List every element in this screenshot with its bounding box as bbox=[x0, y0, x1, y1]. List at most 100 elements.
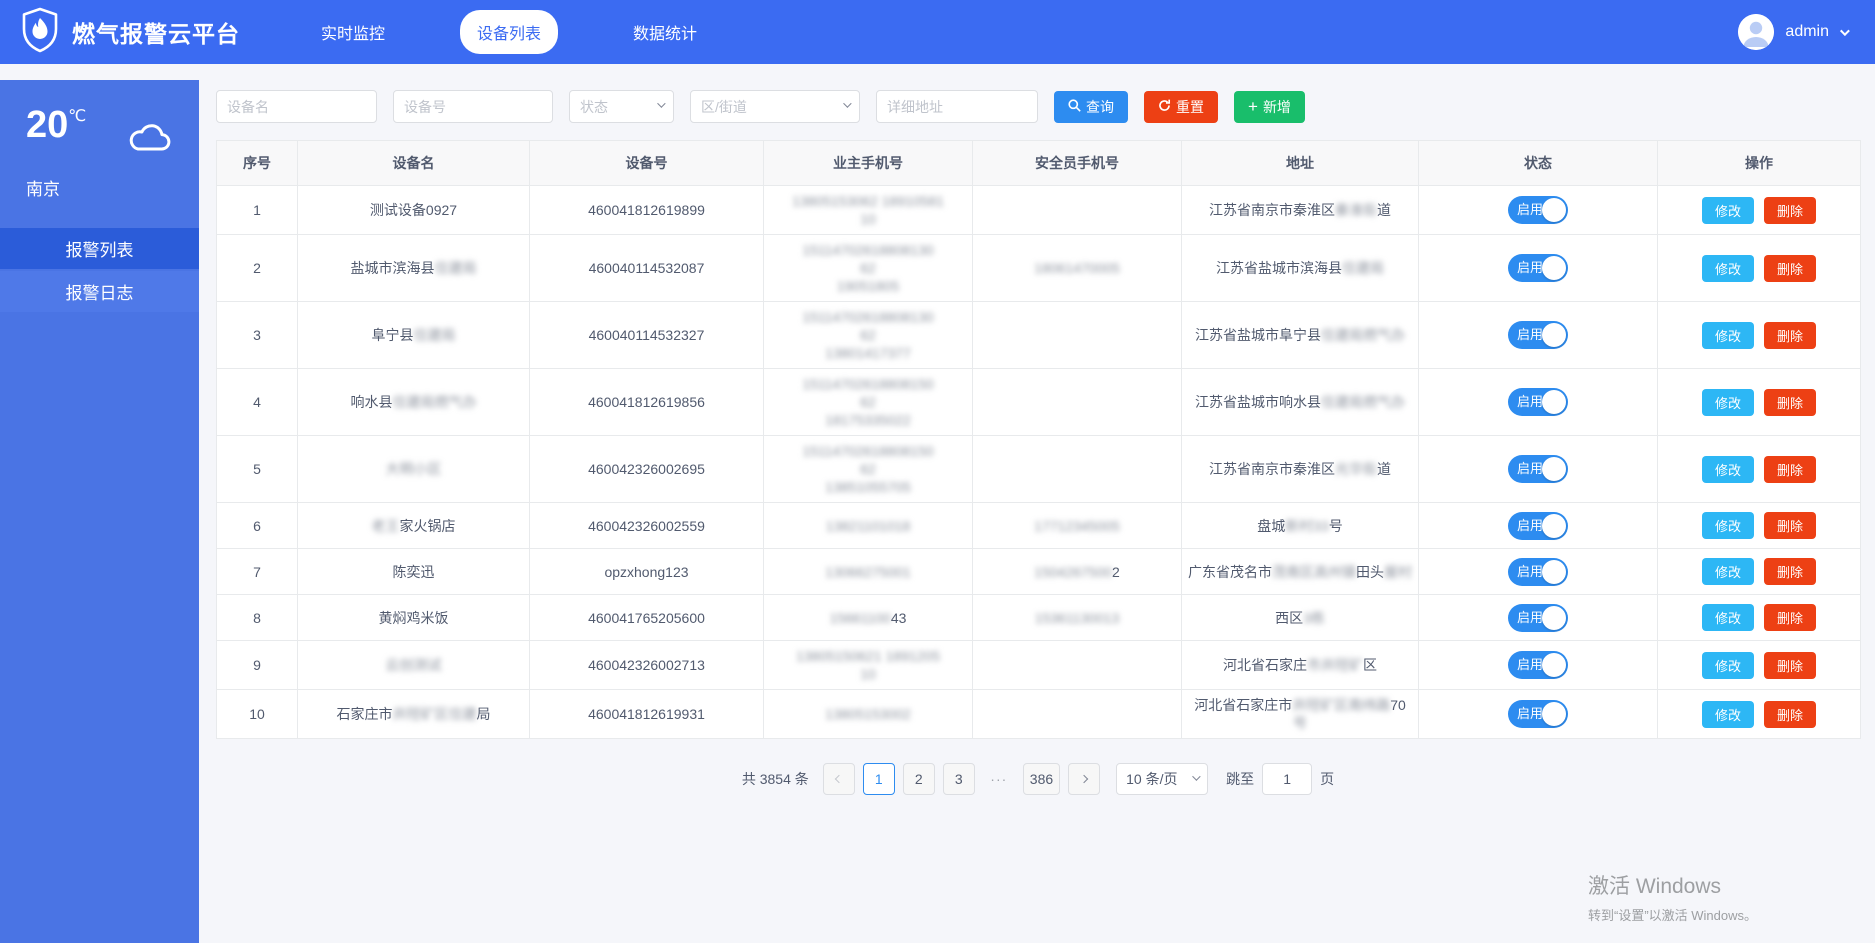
cell-owner-phone: 151147026188081306213801417377 bbox=[764, 302, 973, 369]
cell-index: 2 bbox=[217, 235, 298, 302]
page-button-2[interactable]: 2 bbox=[903, 763, 935, 795]
edit-button[interactable]: 修改 bbox=[1702, 456, 1754, 483]
chevron-down-icon bbox=[1840, 26, 1850, 36]
add-button[interactable]: + 新增 bbox=[1234, 91, 1305, 123]
cell-device-name: 陈奕迅 bbox=[298, 549, 530, 595]
redacted-text: 19051805 bbox=[837, 278, 899, 294]
edit-button[interactable]: 修改 bbox=[1702, 255, 1754, 282]
phone-line: 15361130013 bbox=[979, 609, 1175, 627]
status-toggle[interactable]: 启用 bbox=[1508, 455, 1568, 483]
delete-button[interactable]: 删除 bbox=[1764, 558, 1816, 585]
cell-device-name: 阜宁县住建局 bbox=[298, 302, 530, 369]
edit-button[interactable]: 修改 bbox=[1702, 701, 1754, 728]
edit-button[interactable]: 修改 bbox=[1702, 558, 1754, 585]
column-header-状态: 状态 bbox=[1419, 141, 1658, 186]
cell-status: 启用 bbox=[1419, 595, 1658, 641]
delete-button[interactable]: 删除 bbox=[1764, 604, 1816, 631]
cell-device-no: 460042326002559 bbox=[530, 503, 764, 549]
status-toggle[interactable]: 启用 bbox=[1508, 321, 1568, 349]
status-toggle-knob bbox=[1542, 514, 1566, 538]
page-button-386[interactable]: 386 bbox=[1023, 763, 1060, 795]
delete-button[interactable]: 删除 bbox=[1764, 701, 1816, 728]
redacted-text: 10 bbox=[860, 666, 876, 682]
sidebar-menu: 报警列表报警日志 bbox=[0, 228, 199, 312]
page-button-3[interactable]: 3 bbox=[943, 763, 975, 795]
status-toggle[interactable]: 启用 bbox=[1508, 651, 1568, 679]
table-row: 3阜宁县住建局460040114532327151147026188081306… bbox=[217, 302, 1861, 369]
detail-address-input[interactable] bbox=[876, 90, 1038, 123]
shield-flame-logo-icon bbox=[20, 7, 60, 58]
page-size-select[interactable]: 10 条/页 bbox=[1116, 763, 1208, 795]
page-button-1[interactable]: 1 bbox=[863, 763, 895, 795]
page-buttons: 123···386 bbox=[863, 763, 1060, 795]
status-toggle[interactable]: 启用 bbox=[1508, 388, 1568, 416]
sidebar-item-报警列表[interactable]: 报警列表 bbox=[0, 228, 199, 269]
prev-page-button[interactable] bbox=[823, 763, 855, 795]
nav-tab-设备列表[interactable]: 设备列表 bbox=[460, 10, 558, 54]
status-toggle[interactable]: 启用 bbox=[1508, 700, 1568, 728]
text-segment: 江苏省南京市秦淮区 bbox=[1209, 461, 1335, 477]
phone-line: 19051805 bbox=[770, 277, 966, 295]
text-segment: 道 bbox=[1377, 202, 1391, 218]
search-icon bbox=[1068, 99, 1081, 115]
cell-index: 1 bbox=[217, 186, 298, 235]
reset-button[interactable]: 重置 bbox=[1144, 91, 1218, 123]
delete-button[interactable]: 删除 bbox=[1764, 512, 1816, 539]
sidebar-item-报警日志[interactable]: 报警日志 bbox=[0, 271, 199, 312]
cell-device-name: 测试设备0927 bbox=[298, 186, 530, 235]
delete-button[interactable]: 删除 bbox=[1764, 389, 1816, 416]
device-no-input[interactable] bbox=[393, 90, 553, 123]
status-select[interactable]: 状态 bbox=[569, 90, 674, 123]
cell-device-name: 老王家火锅店 bbox=[298, 503, 530, 549]
redacted-text: 井陉矿区南纬路 bbox=[1292, 697, 1390, 713]
edit-button[interactable]: 修改 bbox=[1702, 389, 1754, 416]
user-menu[interactable]: admin bbox=[1738, 0, 1847, 64]
status-toggle-label: 启用 bbox=[1517, 517, 1543, 535]
edit-button[interactable]: 修改 bbox=[1702, 604, 1754, 631]
table-row: 4响水县住建局燃气办460041812619856151147026188081… bbox=[217, 369, 1861, 436]
delete-button[interactable]: 删除 bbox=[1764, 456, 1816, 483]
cell-actions: 修改删除 bbox=[1658, 369, 1861, 436]
table-row: 1测试设备092746004181261989913805153062 1891… bbox=[217, 186, 1861, 235]
cell-status: 启用 bbox=[1419, 436, 1658, 503]
status-toggle[interactable]: 启用 bbox=[1508, 558, 1568, 586]
status-toggle[interactable]: 启用 bbox=[1508, 512, 1568, 540]
district-select[interactable]: 区/街道 bbox=[690, 90, 860, 123]
nav-tab-实时监控[interactable]: 实时监控 bbox=[304, 10, 402, 54]
text-segment: 家火锅店 bbox=[400, 518, 456, 534]
cell-status: 启用 bbox=[1419, 235, 1658, 302]
cell-owner-phone: 1566110043 bbox=[764, 595, 973, 641]
cell-address: 江苏省南京市秦淮区光华街道 bbox=[1182, 436, 1419, 503]
text-segment: 区 bbox=[1363, 657, 1377, 673]
status-toggle[interactable]: 启用 bbox=[1508, 196, 1568, 224]
delete-button[interactable]: 删除 bbox=[1764, 255, 1816, 282]
table-row: 6老王家火锅店460042326002559138211010181771234… bbox=[217, 503, 1861, 549]
cell-safety-phone bbox=[973, 690, 1182, 739]
device-name-input[interactable] bbox=[216, 90, 377, 123]
query-button[interactable]: 查询 bbox=[1054, 91, 1128, 123]
nav-tab-数据统计[interactable]: 数据统计 bbox=[616, 10, 714, 54]
redacted-text: 18175335022 bbox=[825, 412, 911, 428]
edit-button[interactable]: 修改 bbox=[1702, 652, 1754, 679]
delete-button[interactable]: 删除 bbox=[1764, 652, 1816, 679]
cell-device-no: 460040114532327 bbox=[530, 302, 764, 369]
cell-safety-phone: 17712345005 bbox=[973, 503, 1182, 549]
cell-address: 西区3栋 bbox=[1182, 595, 1419, 641]
text-segment: 石家庄市 bbox=[337, 706, 393, 722]
cell-status: 启用 bbox=[1419, 302, 1658, 369]
phone-line: 13805153062 18910581 bbox=[770, 192, 966, 210]
jump-page-input[interactable] bbox=[1262, 763, 1312, 795]
edit-button[interactable]: 修改 bbox=[1702, 197, 1754, 224]
delete-button[interactable]: 删除 bbox=[1764, 322, 1816, 349]
status-toggle[interactable]: 启用 bbox=[1508, 254, 1568, 282]
edit-button[interactable]: 修改 bbox=[1702, 512, 1754, 539]
phone-line: 18175335022 bbox=[770, 411, 966, 429]
status-toggle[interactable]: 启用 bbox=[1508, 604, 1568, 632]
text-segment: 河北省石家庄市 bbox=[1194, 697, 1292, 713]
table-row: 5大明小区46004232600269515114702618808150621… bbox=[217, 436, 1861, 503]
redacted-text: 13805153062 18910581 bbox=[792, 193, 944, 209]
edit-button[interactable]: 修改 bbox=[1702, 322, 1754, 349]
delete-button[interactable]: 删除 bbox=[1764, 197, 1816, 224]
next-page-button[interactable] bbox=[1068, 763, 1100, 795]
redacted-text: 井陉矿区住建 bbox=[393, 706, 477, 722]
